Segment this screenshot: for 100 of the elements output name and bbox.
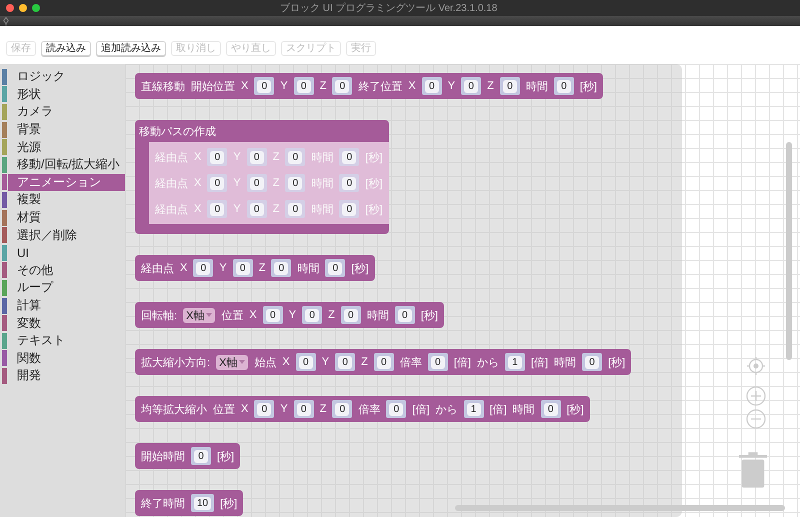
category-item[interactable]: 計算: [0, 296, 125, 314]
code-block[interactable]: 終了時間 10 [秒]: [135, 490, 244, 516]
category-item[interactable]: UI: [0, 244, 125, 262]
number-field[interactable]: 0: [394, 306, 415, 324]
number-field[interactable]: 0: [285, 148, 306, 166]
category-item[interactable]: 選択／削除: [0, 226, 125, 244]
category-item[interactable]: 材質: [0, 208, 125, 226]
block-label: 経由点: [155, 176, 188, 190]
number-field[interactable]: 0: [422, 77, 442, 95]
vertical-scrollbar[interactable]: [786, 142, 792, 360]
block-label: Z: [328, 309, 335, 321]
number-field[interactable]: 1: [464, 400, 484, 418]
number-field[interactable]: 1: [504, 353, 525, 371]
block-label: Z: [320, 80, 326, 92]
block-label: 時間: [526, 80, 548, 94]
number-field[interactable]: 0: [500, 77, 520, 95]
horizontal-scrollbar[interactable]: [455, 505, 785, 511]
block-label: X: [241, 403, 248, 415]
code-block[interactable]: 経由点 X 0 Y 0 Z 0 時間 0 [秒]: [135, 255, 375, 281]
zoom-out-icon[interactable]: [746, 409, 766, 429]
block-label: 倍率: [400, 356, 422, 370]
block-label: 時間: [512, 402, 535, 416]
number-field[interactable]: 0: [332, 400, 352, 418]
number-field[interactable]: 0: [193, 259, 214, 277]
number-field[interactable]: 0: [207, 200, 228, 218]
category-item[interactable]: 関数: [0, 350, 125, 368]
category-item[interactable]: 開発: [0, 367, 125, 385]
number-field[interactable]: 0: [340, 306, 361, 324]
zoom-in-icon[interactable]: [746, 386, 766, 406]
number-field[interactable]: 0: [232, 259, 253, 277]
number-field[interactable]: 0: [302, 306, 322, 324]
axis-dropdown[interactable]: X軸: [216, 354, 248, 370]
category-item[interactable]: ロジック: [0, 68, 125, 86]
number-field[interactable]: 10: [191, 494, 214, 512]
number-field[interactable]: 0: [271, 259, 292, 277]
number-field[interactable]: 0: [207, 148, 228, 166]
number-field[interactable]: 0: [285, 174, 306, 192]
category-item[interactable]: 光源: [0, 138, 125, 156]
number-field[interactable]: 0: [246, 200, 267, 218]
number-field[interactable]: 0: [332, 77, 352, 95]
number-field[interactable]: 0: [254, 77, 274, 95]
close-button[interactable]: [6, 4, 14, 12]
number-field[interactable]: 0: [294, 400, 314, 418]
number-field[interactable]: 0: [325, 259, 346, 277]
number-field[interactable]: 0: [207, 174, 228, 192]
block-label: Y: [448, 80, 456, 92]
block-label: 直線移動: [141, 80, 185, 94]
block-label: X: [408, 80, 416, 92]
number-field[interactable]: 0: [461, 77, 482, 95]
number-field[interactable]: 0: [339, 174, 360, 192]
number-field[interactable]: 0: [296, 353, 316, 371]
number-field[interactable]: 0: [246, 148, 267, 166]
code-block[interactable]: 開始時間 0 [秒]: [135, 443, 240, 469]
block-label: Z: [361, 356, 368, 368]
category-item[interactable]: 変数: [0, 314, 125, 332]
category-item[interactable]: 移動/回転/拡大縮小: [0, 156, 125, 174]
number-field[interactable]: 0: [262, 306, 283, 324]
number-field[interactable]: 0: [339, 200, 360, 218]
pin-icon[interactable]: [3, 16, 9, 26]
number-field[interactable]: 0: [191, 447, 211, 465]
number-field[interactable]: 0: [254, 400, 274, 418]
axis-dropdown[interactable]: X軸: [183, 308, 216, 322]
block-label: [秒]: [566, 402, 584, 416]
category-item[interactable]: 形状: [0, 86, 125, 104]
number-field[interactable]: 0: [554, 77, 574, 95]
category-item[interactable]: カメラ: [0, 103, 125, 121]
toolbar-button[interactable]: 追加読み込み: [96, 40, 166, 56]
category-item[interactable]: アニメーション: [0, 174, 125, 192]
toolbar-button[interactable]: 読み込み: [41, 40, 91, 56]
number-field[interactable]: 0: [335, 353, 356, 371]
block-label: Y: [280, 403, 288, 415]
number-field[interactable]: 0: [386, 400, 406, 418]
block-label: 回転軸:: [141, 308, 178, 322]
block-label: Y: [233, 151, 241, 163]
block-label: Z: [320, 403, 326, 415]
block-label: Z: [272, 151, 280, 163]
number-field[interactable]: 0: [285, 200, 306, 218]
number-field[interactable]: 0: [339, 148, 360, 166]
trash-icon[interactable]: [739, 449, 767, 489]
number-field[interactable]: 0: [294, 77, 314, 95]
number-field[interactable]: 0: [582, 353, 602, 371]
category-item[interactable]: ループ: [0, 279, 125, 297]
minimize-button[interactable]: [19, 4, 27, 12]
number-field[interactable]: 0: [540, 400, 561, 418]
category-item[interactable]: 背景: [0, 120, 125, 138]
code-block[interactable]: 拡大縮小方向: X軸 始点 X 0 Y 0 Z 0 倍率 0 [倍] から 1 [倍] 時間 0 [秒]: [135, 349, 632, 375]
zoom-button[interactable]: [32, 4, 40, 12]
container-block[interactable]: 移動パスの作成 経由点 X 0 Y 0 Z 0 時間 0 [秒] 経由点 X 0 Y 0 Z 0 時間 0 [秒] 経由点 X 0 Y 0 Z 0 時間 0 [秒]: [135, 120, 389, 234]
number-field[interactable]: 0: [428, 353, 448, 371]
category-item[interactable]: 複製: [0, 191, 125, 209]
number-field[interactable]: 0: [246, 174, 267, 192]
recenter-icon[interactable]: [746, 356, 766, 376]
code-block[interactable]: 直線移動 開始位置 X 0 Y 0 Z 0 終了位置 X 0 Y 0 Z 0 時間 0 [秒]: [135, 73, 603, 99]
category-item[interactable]: その他: [0, 262, 125, 280]
code-block[interactable]: 均等拡大縮小 位置 X 0 Y 0 Z 0 倍率 0 [倍] から 1 [倍] 時間 0 [秒]: [135, 396, 590, 422]
code-block[interactable]: 回転軸: X軸 位置 X 0 Y 0 Z 0 時間 0 [秒]: [135, 302, 444, 328]
number-field[interactable]: 0: [374, 353, 394, 371]
block-label: X: [194, 151, 202, 163]
block-label: 時間: [554, 356, 576, 370]
category-item[interactable]: テキスト: [0, 332, 125, 350]
